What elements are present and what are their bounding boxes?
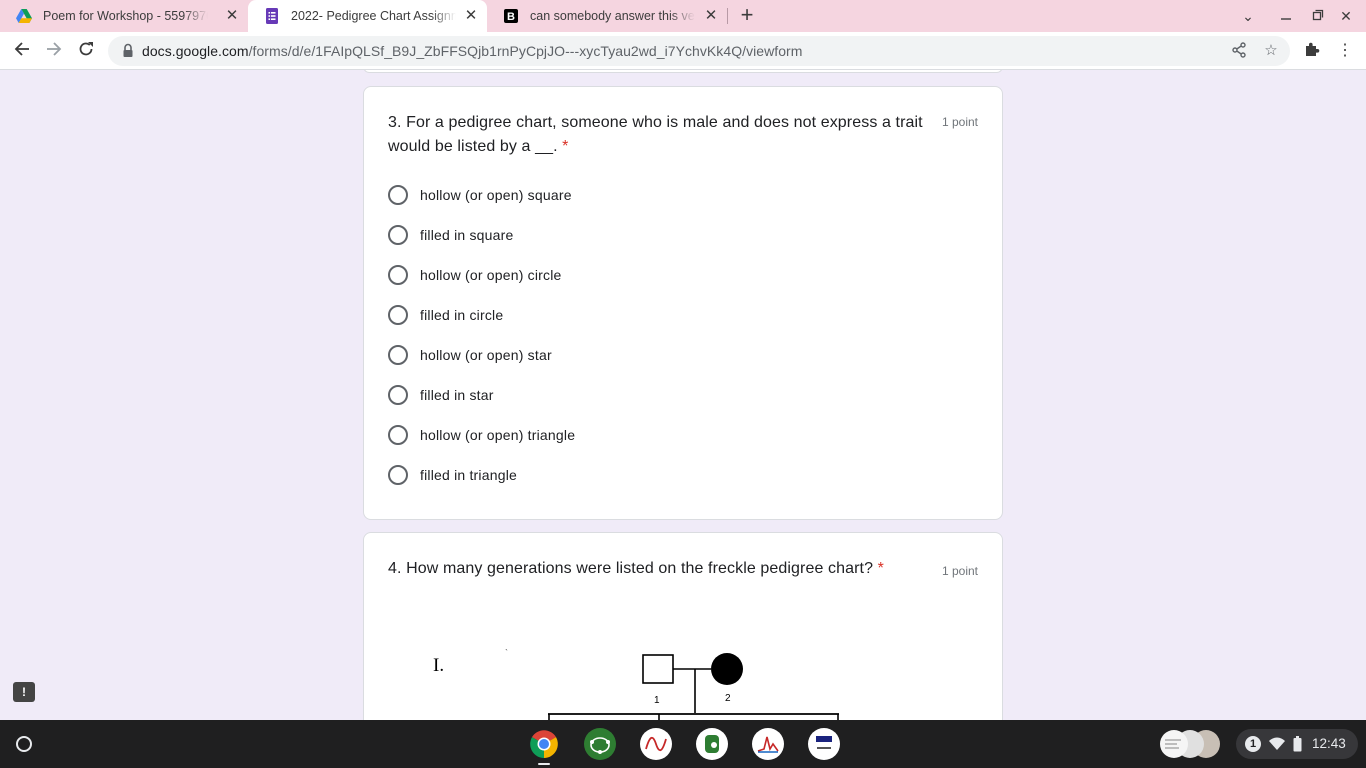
question-text: 4. How many generations were listed on t… [388, 560, 874, 577]
tab-brainly-question[interactable]: B can somebody answer this very ✕ [487, 0, 727, 32]
tab-title: can somebody answer this very [530, 9, 695, 23]
extensions-puzzle-icon[interactable] [1302, 41, 1322, 61]
male-unaffected-square [642, 654, 674, 684]
tab-title: 2022- Pedigree Chart Assignment [291, 9, 456, 23]
question-title: 4. How many generations were listed on t… [388, 557, 928, 581]
chart-icon[interactable] [751, 727, 785, 761]
back-arrow-icon[interactable] [12, 41, 32, 61]
tab-strip: Poem for Workshop - 55979767 ✕ 2022- Ped… [0, 0, 1366, 32]
individual-label: 1 [654, 695, 660, 706]
active-app-indicator [538, 763, 550, 765]
lock-icon[interactable] [121, 43, 137, 59]
option-label: filled in square [420, 227, 514, 243]
question-4-card: 4. How many generations were listed on t… [363, 532, 1003, 720]
stray-mark: ` [505, 648, 508, 658]
notification-count-badge[interactable]: 1 [1245, 736, 1261, 752]
option-hollow-circle[interactable]: hollow (or open) circle [388, 263, 562, 287]
option-label: filled in circle [420, 307, 504, 323]
google-drive-icon [16, 8, 32, 24]
required-asterisk: * [562, 138, 569, 155]
share-icon[interactable] [1230, 42, 1248, 60]
bookmark-star-icon[interactable]: ☆ [1262, 42, 1280, 60]
radio-button[interactable] [388, 425, 408, 445]
previous-question-card [363, 70, 1003, 73]
tab-divider [727, 8, 728, 24]
url-text[interactable]: docs.google.com/forms/d/e/1FAIpQLSf_B9J_… [142, 43, 802, 59]
holding-space-thumbnails[interactable] [1158, 729, 1224, 759]
female-affected-circle [711, 653, 743, 685]
brainly-icon: B [503, 8, 519, 24]
radio-button[interactable] [388, 225, 408, 245]
tab-search-chevron-icon[interactable]: ⌄ [1238, 6, 1258, 26]
radio-button[interactable] [388, 265, 408, 285]
more-menu-icon[interactable]: ⋮ [1335, 41, 1355, 61]
pearson-icon[interactable] [807, 727, 841, 761]
question-title: 3. For a pedigree chart, someone who is … [388, 111, 933, 159]
option-label: hollow (or open) triangle [420, 427, 576, 443]
battery-icon [1293, 736, 1302, 757]
restore-icon[interactable] [1308, 6, 1328, 26]
question-text: 3. For a pedigree chart, someone who is … [388, 114, 923, 155]
url-host: docs.google.com [142, 43, 249, 59]
geogebra-icon[interactable] [583, 727, 617, 761]
points-label: 1 point [941, 564, 978, 578]
taskbar-shelf: 1 12:43 [0, 720, 1366, 768]
form-page: 3. For a pedigree chart, someone who is … [0, 70, 1366, 720]
tab-pedigree-chart-assignment[interactable]: 2022- Pedigree Chart Assignment ✕ [248, 0, 487, 32]
radio-button[interactable] [388, 185, 408, 205]
forward-arrow-icon[interactable] [44, 41, 64, 61]
option-filled-star[interactable]: filled in star [388, 383, 494, 407]
close-window-icon[interactable]: ✕ [1336, 6, 1356, 26]
radio-button[interactable] [388, 465, 408, 485]
tab-title: Poem for Workshop - 55979767 [43, 9, 208, 23]
option-filled-circle[interactable]: filled in circle [388, 303, 503, 327]
close-icon[interactable]: ✕ [463, 8, 479, 24]
svg-text:B: B [507, 11, 515, 23]
option-label: hollow (or open) square [420, 187, 572, 203]
question-3-card: 3. For a pedigree chart, someone who is … [363, 86, 1003, 520]
clock[interactable]: 12:43 [1312, 736, 1346, 751]
option-hollow-square[interactable]: hollow (or open) square [388, 183, 572, 207]
individual-label: 2 [725, 693, 731, 704]
tab-poem-for-workshop[interactable]: Poem for Workshop - 55979767 ✕ [0, 0, 248, 32]
status-area[interactable]: 1 12:43 [1236, 729, 1358, 759]
reload-icon[interactable] [76, 41, 96, 61]
chrome-icon[interactable] [527, 727, 561, 761]
option-filled-square[interactable]: filled in square [388, 223, 513, 247]
minimize-icon[interactable] [1276, 6, 1296, 26]
radio-button[interactable] [388, 305, 408, 325]
option-label: filled in triangle [420, 467, 517, 483]
url-path: /forms/d/e/1FAIpQLSf_B9J_ZbFFSQjb1rnPyCp… [248, 43, 803, 59]
browser-toolbar: docs.google.com/forms/d/e/1FAIpQLSf_B9J_… [0, 32, 1366, 70]
launcher-icon[interactable] [16, 736, 32, 752]
option-hollow-triangle[interactable]: hollow (or open) triangle [388, 423, 575, 447]
required-asterisk: * [877, 560, 884, 577]
new-tab-icon[interactable]: + [737, 4, 757, 26]
points-label: 1 point [941, 115, 978, 129]
option-hollow-star[interactable]: hollow (or open) star [388, 343, 552, 367]
generation-label: I. [433, 655, 444, 676]
close-icon[interactable]: ✕ [224, 8, 240, 24]
graphing-icon[interactable] [639, 727, 673, 761]
address-bar[interactable]: docs.google.com/forms/d/e/1FAIpQLSf_B9J_… [108, 36, 1290, 66]
report-feedback-icon[interactable]: ! [13, 682, 35, 702]
wifi-icon [1269, 737, 1285, 756]
option-label: hollow (or open) circle [420, 267, 562, 283]
option-label: filled in star [420, 387, 494, 403]
option-label: hollow (or open) star [420, 347, 552, 363]
close-icon[interactable]: ✕ [703, 8, 719, 24]
google-forms-icon [264, 8, 280, 24]
option-filled-triangle[interactable]: filled in triangle [388, 463, 517, 487]
pedigree-chart-image: I. ` 1 2 [433, 648, 839, 720]
radio-button[interactable] [388, 345, 408, 365]
radio-button[interactable] [388, 385, 408, 405]
evernote-icon[interactable] [695, 727, 729, 761]
